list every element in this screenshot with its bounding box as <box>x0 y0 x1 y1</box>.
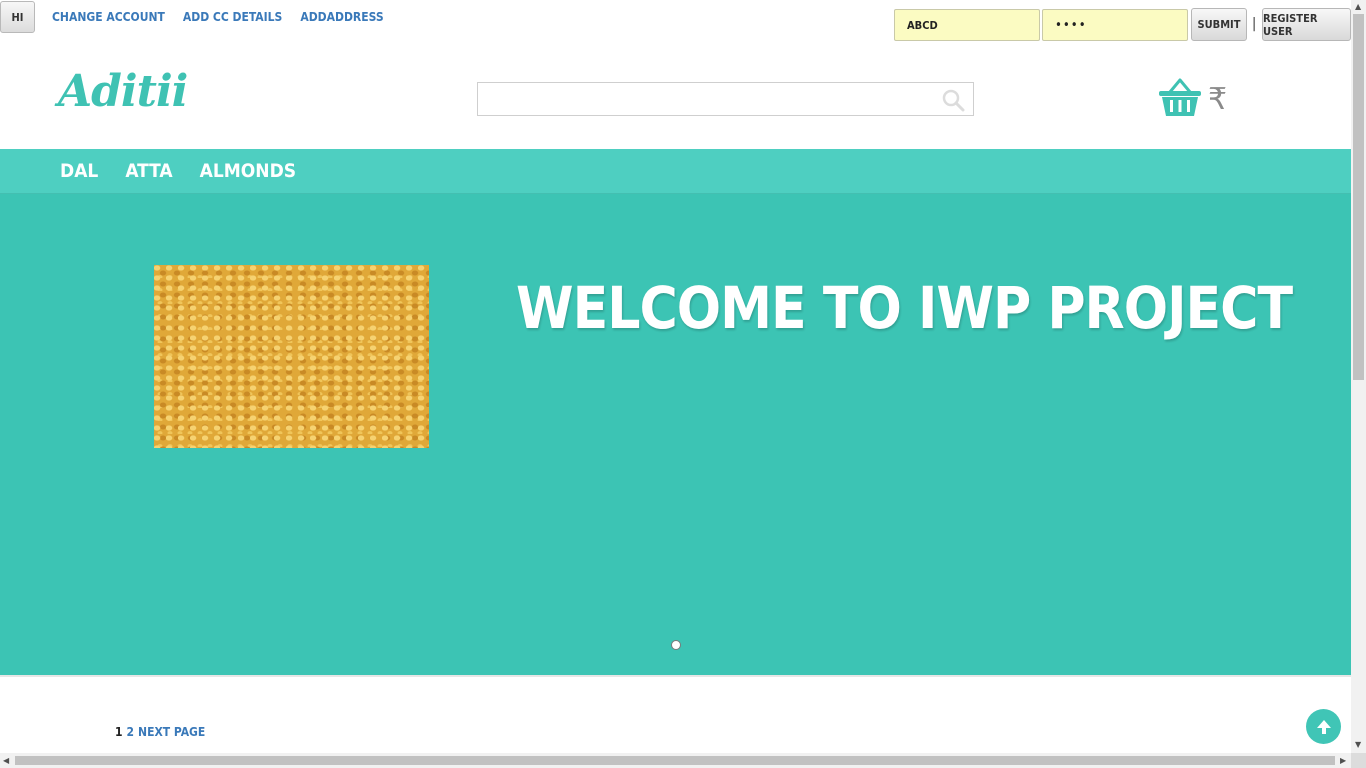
cart-total-currency: ₹ <box>1208 82 1228 117</box>
change-account-link[interactable]: CHANGE ACCOUNT <box>52 10 165 24</box>
page-2-link[interactable]: 2 <box>127 725 135 739</box>
scroll-right-icon[interactable]: ▶ <box>1340 756 1346 765</box>
scrollbar-corner <box>1351 753 1366 768</box>
add-cc-details-link[interactable]: ADD CC DETAILS <box>183 10 282 24</box>
search-input[interactable] <box>477 82 974 116</box>
nav-item-dal[interactable]: DAL <box>60 160 98 182</box>
hero-title: WELCOME TO IWP PROJECT <box>516 274 1293 342</box>
horizontal-scroll-thumb[interactable] <box>15 756 1335 765</box>
next-page-link[interactable]: NEXT PAGE <box>138 725 205 739</box>
submit-button[interactable]: SUBMIT <box>1191 8 1247 41</box>
scroll-up-icon[interactable]: ▲ <box>1355 2 1361 11</box>
horizontal-scrollbar[interactable]: ◀ ▶ <box>0 753 1351 768</box>
scroll-left-icon[interactable]: ◀ <box>3 756 9 765</box>
hi-button[interactable]: HI <box>0 1 35 33</box>
dal-image <box>154 265 429 448</box>
page-current: 1 <box>115 725 123 739</box>
site-logo[interactable]: Aditii <box>58 66 188 117</box>
back-to-top-button[interactable] <box>1306 709 1341 744</box>
account-links: CHANGE ACCOUNT ADD CC DETAILS ADDADDRESS <box>52 10 384 24</box>
scroll-down-icon[interactable]: ▼ <box>1355 740 1361 749</box>
slider-dot[interactable] <box>671 640 681 650</box>
username-field[interactable]: ABCD <box>894 9 1040 41</box>
nav-item-almonds[interactable]: ALMONDS <box>200 160 296 182</box>
arrow-up-icon <box>1316 719 1331 734</box>
add-address-link[interactable]: ADDADDRESS <box>300 10 383 24</box>
nav-item-atta[interactable]: ATTA <box>125 160 172 182</box>
pagination: 1 2 NEXT PAGE <box>115 725 205 739</box>
hero-banner: WELCOME TO IWP PROJECT <box>0 194 1351 677</box>
vertical-scroll-thumb[interactable] <box>1353 14 1364 380</box>
search-icon[interactable] <box>941 88 965 112</box>
separator: | <box>1252 16 1257 32</box>
vertical-scrollbar[interactable]: ▲ ▼ <box>1351 0 1366 753</box>
register-user-button[interactable]: REGISTER USER <box>1262 8 1351 41</box>
category-nav: DAL ATTA ALMONDS <box>0 149 1351 194</box>
basket-icon[interactable] <box>1158 78 1202 118</box>
password-field[interactable]: •••• <box>1042 9 1188 41</box>
